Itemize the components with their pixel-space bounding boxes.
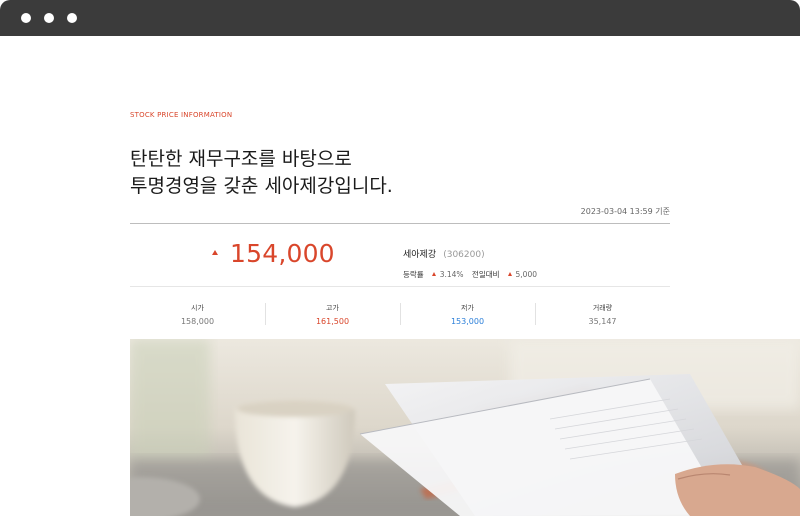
headline-line-1: 탄탄한 재무구조를 바탕으로 [130, 148, 352, 170]
stat-low: 저가 153,000 [400, 293, 535, 333]
hero-photo-illustration [130, 339, 800, 516]
headline-line-2: 투명경영을 갖춘 세아제강입니다. [130, 175, 393, 197]
stat-label: 고가 [326, 304, 339, 312]
change-prev-up-icon [507, 272, 512, 276]
stat-value: 158,000 [180, 317, 215, 326]
change-rate-label: 등락률 [403, 270, 424, 279]
change-prev-label: 전일대비 [471, 270, 500, 279]
stat-value: 35,147 [588, 317, 617, 326]
stock-info: 세아제강 (306200) 등락률 3.14% 전일대비 5,000 [403, 242, 537, 280]
window-control-dot[interactable] [44, 13, 54, 23]
hero-photo [130, 339, 800, 516]
stat-label: 저가 [461, 304, 474, 312]
stat-open: 시가 158,000 [130, 293, 265, 333]
change-rate-value: 3.14% [439, 270, 464, 279]
current-price-value: 154,000 [230, 239, 335, 268]
change-row: 등락률 3.14% 전일대비 5,000 [403, 269, 537, 280]
stock-code: (306200) [443, 250, 485, 260]
stat-label: 시가 [191, 304, 204, 312]
window-control-dot[interactable] [21, 13, 31, 23]
stat-volume: 거래량 35,147 [535, 293, 670, 333]
window-titlebar [0, 0, 800, 36]
section-eyebrow: STOCK PRICE INFORMATION [130, 111, 233, 119]
change-rate-up-icon [431, 272, 436, 276]
page-headline: 탄탄한 재무구조를 바탕으로 투명경영을 갖춘 세아제강입니다. [130, 146, 650, 200]
price-stats: 시가 158,000 고가 161,500 저가 153,000 거래량 35,… [130, 293, 670, 333]
stat-label: 거래량 [592, 304, 613, 312]
stock-name: 세아제강 [403, 250, 437, 260]
stat-value: 161,500 [315, 317, 350, 326]
stat-value: 153,000 [450, 317, 485, 326]
quote-panel: 154,000 세아제강 (306200) 등락률 3.14% 전일대비 5,000 [130, 224, 670, 286]
divider-middle [130, 286, 670, 287]
stat-high: 고가 161,500 [265, 293, 400, 333]
price-up-icon [212, 249, 218, 255]
change-prev-value: 5,000 [515, 270, 538, 279]
as-of-timestamp: 2023-03-04 13:59 기준 [580, 207, 670, 216]
current-price: 154,000 [212, 239, 335, 268]
window-control-dot[interactable] [67, 13, 77, 23]
